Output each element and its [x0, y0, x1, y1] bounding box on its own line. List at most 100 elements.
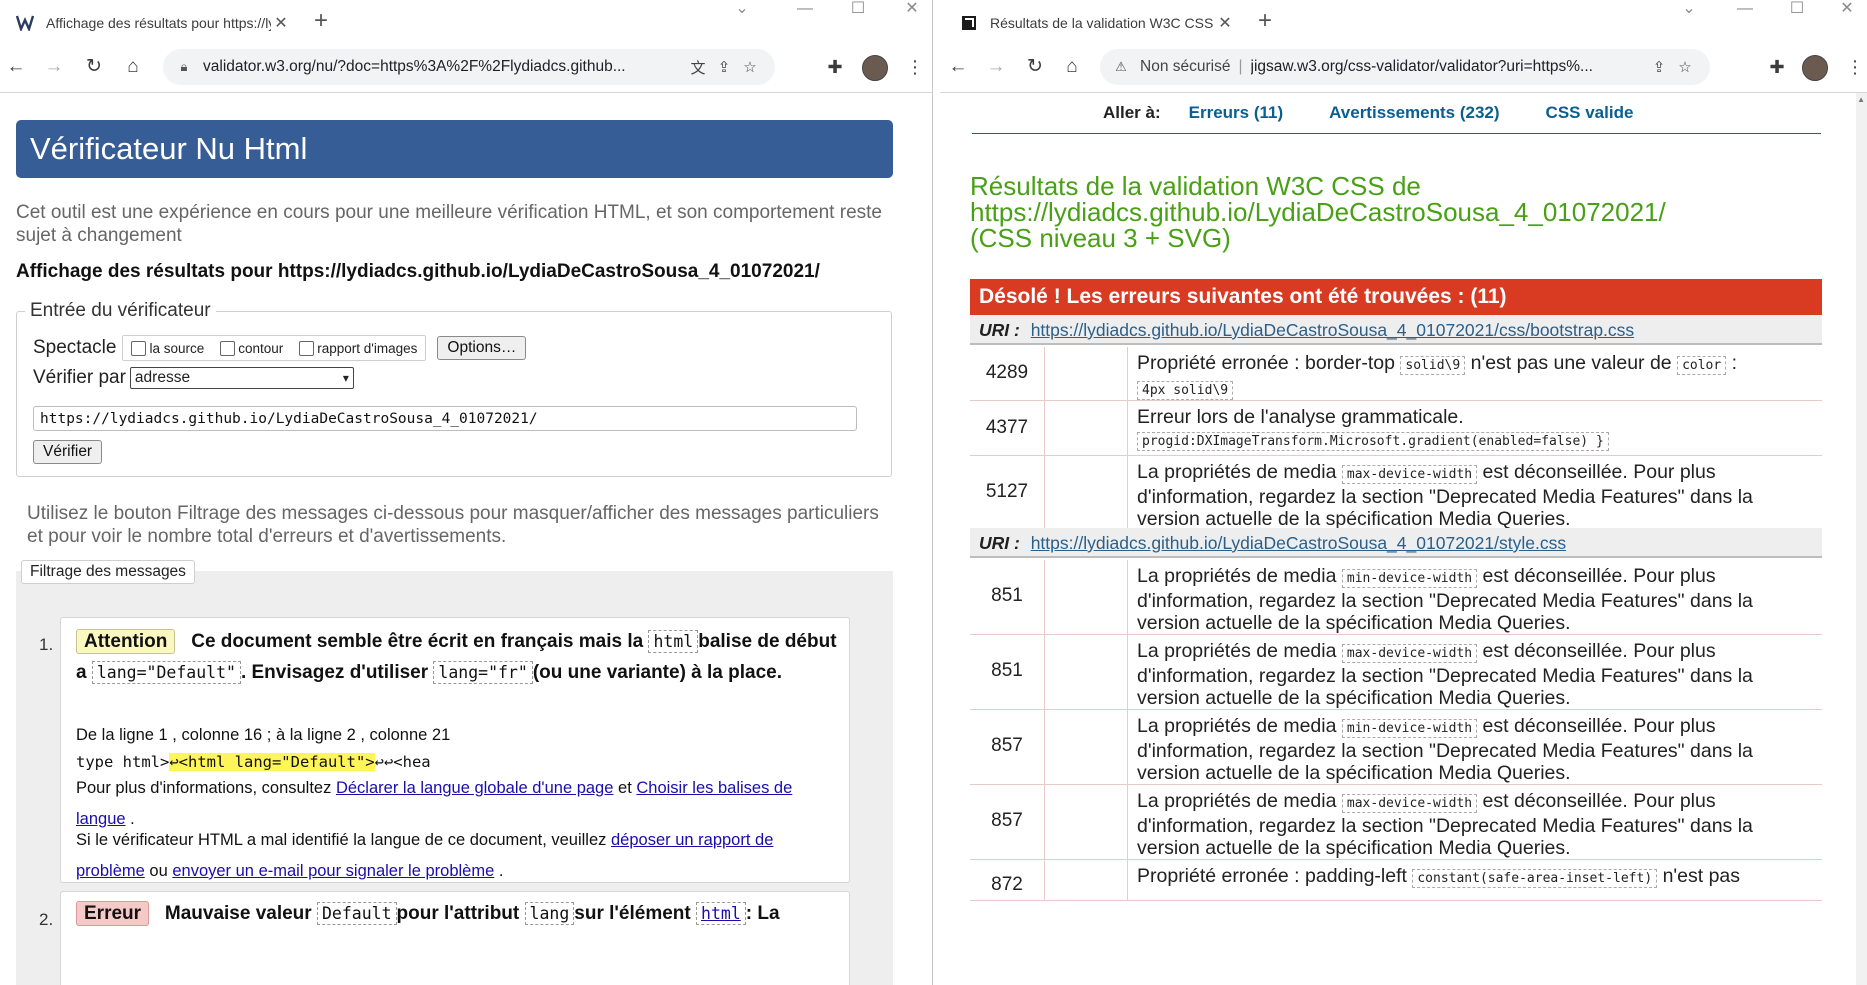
error-value: max-device-width [1341, 794, 1478, 813]
check-submit-button[interactable]: Vérifier [33, 440, 103, 464]
home-icon[interactable]: ⌂ [121, 55, 145, 79]
share-icon[interactable]: ⇪ [711, 58, 737, 76]
translate-icon[interactable]: 文 [685, 57, 711, 78]
error-text: La propriétés de media [1137, 640, 1337, 662]
window-dropdown-icon[interactable]: ⌄ [727, 0, 757, 18]
forward-icon[interactable]: → [42, 55, 66, 79]
showing-results-heading: Affichage des résultats pour https://lyd… [16, 261, 820, 282]
tab-nu-results[interactable]: Affichage des résultats pour https://lyd… [6, 4, 301, 42]
menu-dots-icon[interactable]: ⋮ [1846, 56, 1864, 78]
page-scrollbar[interactable]: ▲ [1856, 93, 1867, 985]
nu-validator-window: Affichage des résultats pour https://lyd… [0, 0, 933, 985]
reload-icon[interactable]: ↻ [82, 55, 106, 79]
address-bar[interactable]: ⚠︎ Non sécurisé | jigsaw.w3.org/css-vali… [1100, 49, 1710, 85]
address-url[interactable]: validator.w3.org/nu/?doc=https%3A%2F%2Fl… [203, 58, 685, 76]
new-tab-icon[interactable]: + [1258, 9, 1272, 33]
fieldset-legend: Entrée du vérificateur [25, 300, 216, 322]
error-row: 4289 Propriété erronée : border-top soli… [970, 347, 1822, 401]
extract-highlight: ↩<html lang="Default"> [169, 753, 375, 771]
bookmark-star-icon[interactable]: ☆ [737, 58, 763, 76]
error-context-cell [1044, 635, 1128, 709]
error-text: Propriété erronée : border-top [1137, 352, 1395, 374]
message-part: Ce document semble être écrit en françai… [191, 631, 644, 652]
extract-post: ↩↩<hea [374, 753, 431, 771]
reload-icon[interactable]: ↻ [1023, 55, 1047, 79]
error-message: La propriétés de media min-device-width … [1137, 560, 1794, 640]
lock-icon[interactable]: 🔒︎ [175, 59, 193, 75]
error-line-number: 4377 [985, 417, 1029, 438]
error-value: solid\9 [1400, 356, 1466, 375]
close-tab-icon[interactable]: ✕ [1215, 13, 1235, 33]
warning-badge: Attention [76, 629, 176, 654]
code-snippet: lang="Default" [91, 661, 241, 684]
message-part: . Envisagez d'utiliser [240, 662, 429, 683]
share-icon[interactable]: ⇪ [1646, 58, 1672, 76]
report-pre: Si le vérificateur HTML a mal identifié … [76, 831, 607, 849]
maximize-icon[interactable]: ☐ [843, 0, 873, 18]
intro-text: Cet outil est une expérience en cours po… [16, 202, 882, 246]
error-value: constant(safe-area-inset-left) [1412, 869, 1658, 888]
error-message: La propriétés de media max-device-width … [1137, 635, 1794, 715]
error-line-number: 857 [991, 735, 1023, 756]
profile-avatar[interactable] [862, 55, 888, 81]
message-filter-button[interactable]: Filtrage des messages [21, 560, 195, 584]
url-input[interactable]: https://lydiadcs.github.io/LydiaDeCastro… [33, 406, 857, 431]
tab-css-results[interactable]: Résultats de la validation W3C CSS de ✕ [950, 4, 1245, 42]
report-end: . [498, 862, 504, 880]
error-context-cell [1044, 710, 1128, 784]
error-row: 857 La propriétés de media max-device-wi… [970, 785, 1822, 860]
jump-errors-link[interactable]: Erreurs (11) [1189, 103, 1284, 123]
scroll-up-icon[interactable]: ▲ [1857, 95, 1865, 104]
menu-dots-icon[interactable]: ⋮ [906, 56, 924, 78]
check-by-select[interactable]: adresse ▾ [129, 367, 354, 389]
address-bar[interactable]: 🔒︎ validator.w3.org/nu/?doc=https%3A%2F%… [163, 49, 775, 85]
email-report-link[interactable]: envoyer un e-mail pour signaler le probl… [172, 862, 494, 880]
html-element-link[interactable]: html [696, 902, 746, 925]
minimize-icon[interactable]: — [1730, 0, 1760, 18]
new-tab-icon[interactable]: + [314, 9, 328, 33]
message-part: (ou une variante) à la place. [532, 662, 783, 683]
options-button[interactable]: Options… [437, 336, 527, 360]
bookmark-star-icon[interactable]: ☆ [1672, 58, 1698, 76]
error-text: La propriétés de media [1137, 565, 1337, 587]
outline-checkbox[interactable] [220, 340, 236, 356]
error-text: Erreur lors de l'analyse grammaticale. [1137, 406, 1464, 428]
home-icon[interactable]: ⌂ [1060, 55, 1084, 79]
error-message: La propriétés de media min-device-width … [1137, 710, 1794, 790]
global-language-link[interactable]: Déclarer la langue globale d'une page [336, 779, 613, 797]
title-line: Résultats de la validation W3C CSS de [970, 171, 1421, 201]
close-window-icon[interactable]: ✕ [897, 0, 927, 18]
extensions-puzzle-icon[interactable]: ✚ [824, 56, 846, 78]
image-report-checkbox[interactable] [299, 340, 315, 356]
minimize-icon[interactable]: — [790, 0, 820, 18]
profile-avatar[interactable] [1802, 55, 1828, 81]
back-icon[interactable]: ← [4, 55, 28, 79]
error-line-number: 5127 [985, 481, 1029, 502]
window-dropdown-icon[interactable]: ⌄ [1674, 0, 1704, 18]
submit-row: Vérifier [33, 440, 103, 464]
address-url[interactable]: jigsaw.w3.org/css-validator/validator?ur… [1251, 58, 1647, 76]
close-window-icon[interactable]: ✕ [1832, 0, 1862, 18]
back-icon[interactable]: ← [946, 55, 970, 79]
bootstrap-css-link[interactable]: https://lydiadcs.github.io/LydiaDeCastro… [1031, 320, 1634, 340]
error-row: 851 La propriétés de media min-device-wi… [970, 560, 1822, 635]
forward-icon[interactable]: → [984, 55, 1008, 79]
uri-row-bootstrap: URI : https://lydiadcs.github.io/LydiaDe… [970, 315, 1822, 345]
maximize-icon[interactable]: ☐ [1782, 0, 1812, 18]
extensions-puzzle-icon[interactable]: ✚ [1766, 56, 1788, 78]
jump-valid-css-link[interactable]: CSS valide [1546, 103, 1634, 123]
source-checkbox[interactable] [131, 340, 147, 356]
message-text: Attention Ce document semble être écrit … [76, 626, 837, 688]
warning-triangle-icon[interactable]: ⚠︎ [1112, 59, 1130, 75]
message-part: Mauvaise valeur [164, 903, 312, 924]
code-snippet: html [648, 630, 699, 653]
show-row: Spectacle la source contour rapport d'im… [33, 335, 527, 361]
close-tab-icon[interactable]: ✕ [271, 13, 291, 33]
style-css-link[interactable]: https://lydiadcs.github.io/LydiaDeCastro… [1031, 533, 1566, 553]
error-line-number: 851 [991, 585, 1023, 606]
error-value: min-device-width [1341, 569, 1478, 588]
jump-warnings-link[interactable]: Avertissements (232) [1329, 103, 1499, 123]
browser-toolbar: ← → ↻ ⌂ ⚠︎ Non sécurisé | jigsaw.w3.org/… [940, 42, 1867, 93]
error-row: 857 La propriétés de media min-device-wi… [970, 710, 1822, 785]
not-secure-label[interactable]: Non sécurisé [1140, 58, 1230, 76]
